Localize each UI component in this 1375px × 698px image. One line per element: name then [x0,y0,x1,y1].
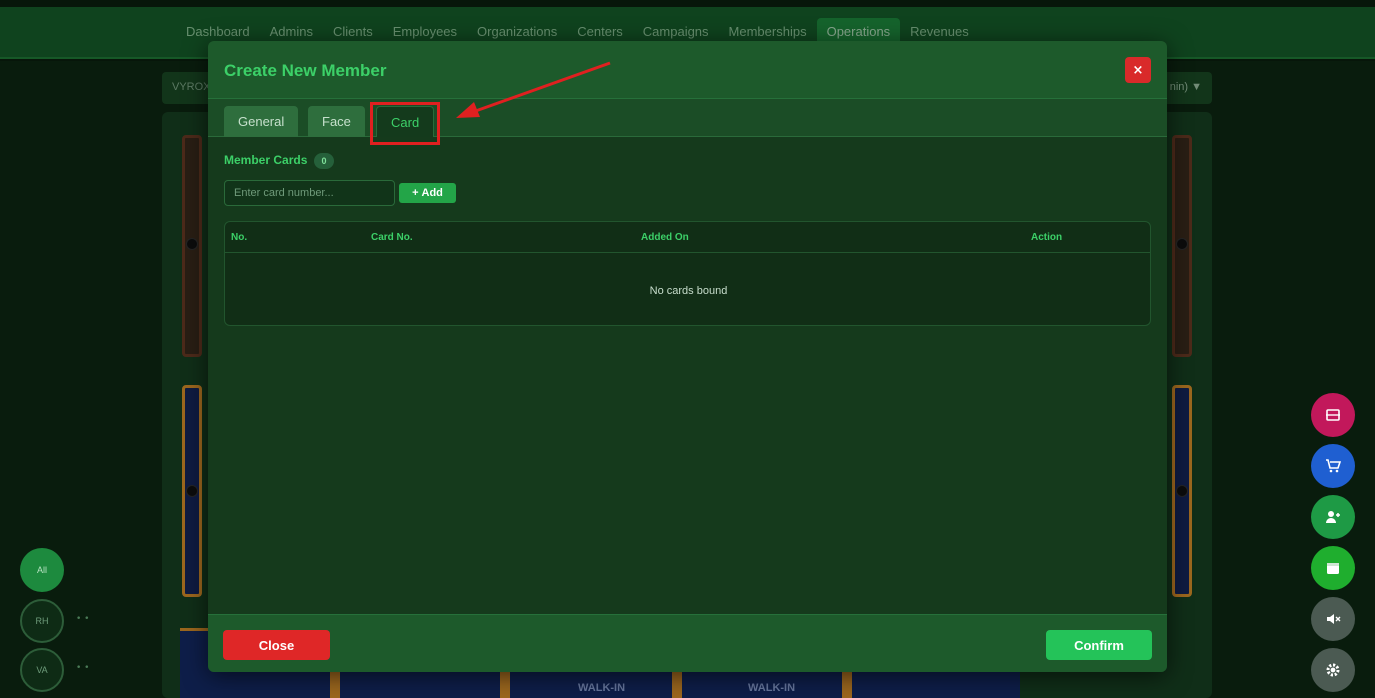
add-card-button[interactable]: + Add [399,183,456,203]
add-user-icon[interactable] [1311,495,1355,539]
col-no: No. [231,232,248,243]
modal-title: Create New Member [224,61,387,80]
filter-all-button[interactable]: All [20,548,64,592]
col-action: Action [1031,232,1063,243]
add-card-label: Add [421,187,443,199]
create-member-modal: Create New Member × General Face Card Me… [208,41,1167,672]
card-tab-highlight [370,102,440,145]
modal-close-icon[interactable]: × [1125,57,1151,83]
annotation-arrow [456,61,611,118]
barcode-icon[interactable] [1311,393,1355,437]
gear-icon[interactable] [1311,648,1355,692]
filter-rh-status: • • [76,614,90,624]
card-count-badge: 0 [314,153,334,169]
col-card-no: Card No. [371,232,413,243]
cards-table: No. Card No. Added On Action No cards bo… [224,221,1151,326]
filter-va-status: • • [76,663,90,673]
col-added-on: Added On [641,232,689,243]
modal-header: Create New Member × [208,41,1167,99]
tab-general[interactable]: General [224,106,299,137]
modal-footer: Close Confirm [208,614,1167,672]
cards-table-header: No. Card No. Added On Action [225,222,1150,253]
calendar-icon[interactable] [1311,546,1355,590]
filter-rh-button[interactable]: RH [20,599,64,643]
close-button[interactable]: Close [223,630,330,660]
modal-tabs: General Face Card [208,99,1167,137]
cart-icon[interactable] [1311,444,1355,488]
filter-va-button[interactable]: VA [20,648,64,692]
member-cards-title: Member Cards [224,153,308,167]
empty-table-message: No cards bound [649,285,728,297]
card-number-input[interactable] [224,180,395,206]
mute-icon[interactable] [1311,597,1355,641]
confirm-button[interactable]: Confirm [1046,630,1152,660]
plus-icon: + [412,187,419,199]
tab-face[interactable]: Face [308,106,365,137]
